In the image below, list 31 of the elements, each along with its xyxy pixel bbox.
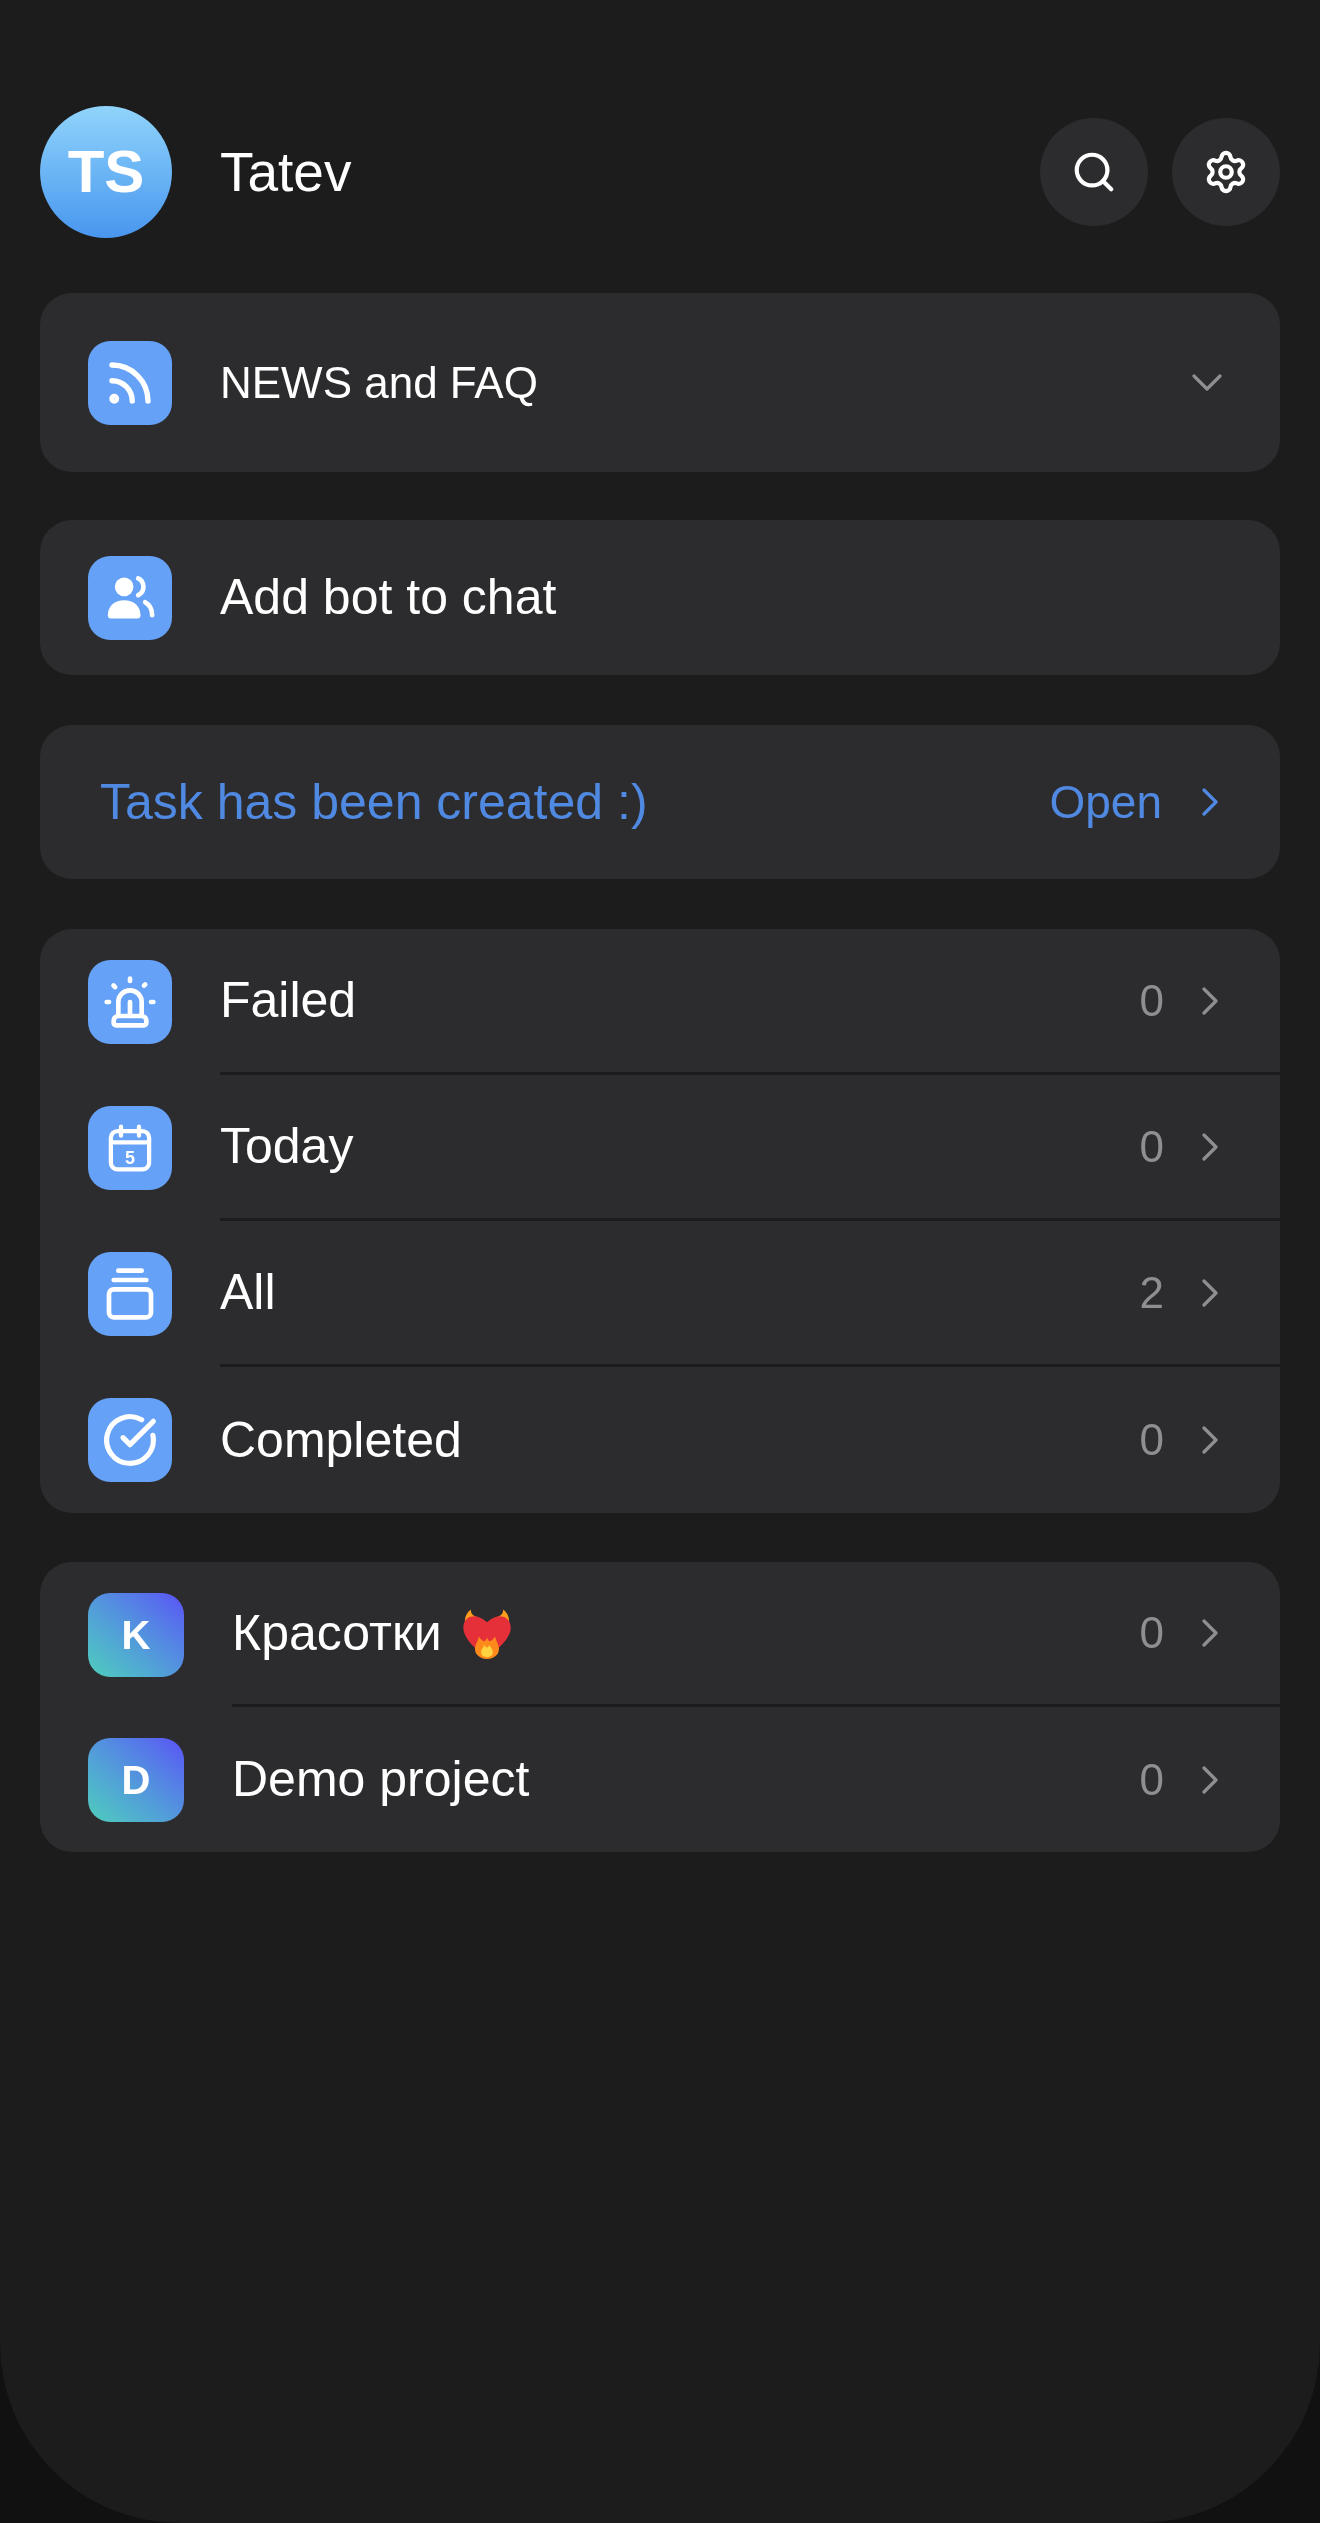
- task-count: 0: [1139, 1607, 1164, 1659]
- chevron-right-icon: [1202, 1278, 1218, 1307]
- task-count: 0: [1139, 1414, 1164, 1466]
- project-item[interactable]: D Demo project 0: [40, 1707, 1280, 1852]
- calendar-icon: 5: [88, 1106, 172, 1190]
- project-item[interactable]: K Красотки 0: [40, 1562, 1280, 1707]
- task-count: 0: [1139, 1120, 1164, 1173]
- filter-item[interactable]: Failed 0: [40, 929, 1280, 1075]
- task-count: 2: [1139, 1266, 1164, 1319]
- open-link[interactable]: Open: [1049, 767, 1218, 837]
- project-initial-tile: K: [88, 1592, 184, 1677]
- task-count: 0: [1139, 974, 1164, 1027]
- chevron-right-icon: [1202, 788, 1218, 816]
- chevron-right-icon: [1202, 1426, 1218, 1454]
- news-faq-dropdown[interactable]: NEWS and FAQ: [40, 293, 1280, 472]
- filter-item[interactable]: All 2: [40, 1221, 1280, 1367]
- siren-icon: [88, 960, 172, 1044]
- user-name: Tatev: [220, 139, 352, 205]
- rss-icon: [88, 340, 172, 425]
- stacked-cards-icon: [88, 1252, 172, 1336]
- add-bot-button[interactable]: Add bot to chat: [40, 520, 1280, 675]
- chevron-right-icon: [1202, 1765, 1218, 1794]
- chevron-right-icon: [1202, 1619, 1218, 1647]
- task-count: 0: [1139, 1753, 1164, 1806]
- task-created-message: Task has been created :): [100, 772, 648, 832]
- filter-item[interactable]: 5 Today 0: [40, 1075, 1280, 1221]
- project-initial-tile: D: [88, 1737, 184, 1822]
- chevron-right-icon: [1202, 1132, 1218, 1161]
- chevron-right-icon: [1202, 986, 1218, 1015]
- filter-item[interactable]: Completed 0: [40, 1367, 1280, 1513]
- users-icon: [88, 555, 172, 640]
